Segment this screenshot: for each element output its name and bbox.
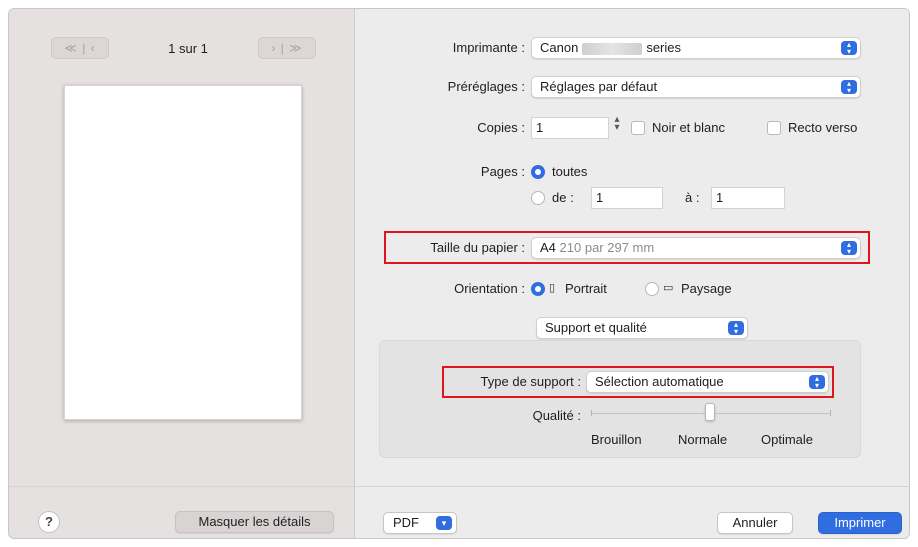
copies-field[interactable]: 1: [531, 117, 609, 139]
section-popup-value: Support et qualité: [545, 320, 647, 335]
redacted-model: [582, 42, 643, 55]
paper-size-label: Taille du papier :: [430, 240, 525, 255]
help-icon[interactable]: ?: [38, 511, 60, 533]
pages-from-field[interactable]: 1: [591, 187, 663, 209]
pages-all-radio[interactable]: [531, 165, 545, 179]
copies-label: Copies :: [477, 120, 525, 135]
pages-range-radio[interactable]: [531, 191, 545, 205]
landscape-label: Paysage: [681, 281, 732, 296]
page-counter: 1 sur 1: [168, 41, 208, 56]
quality-draft-label: Brouillon: [591, 432, 642, 447]
media-type-popup[interactable]: Sélection automatique ▴ ▾: [586, 371, 829, 393]
paper-size-value: A4: [540, 240, 556, 255]
quality-normal-label: Normale: [678, 432, 728, 447]
footer-divider: [355, 486, 909, 487]
portrait-icon: ▯: [549, 282, 556, 294]
pdf-label: PDF: [393, 515, 419, 530]
settings-pane: Imprimante : Canon series ▴ ▾ Préréglages …: [355, 9, 909, 538]
landscape-icon: ▭: [663, 282, 674, 294]
hide-details-button[interactable]: Masquer les détails: [175, 511, 334, 533]
printer-name-prefix: Canon: [540, 40, 579, 55]
stepper-arrows-icon[interactable]: ▴ ▾: [612, 115, 622, 133]
popup-arrows-icon: ▴ ▾: [841, 41, 857, 56]
printer-label: Imprimante :: [452, 40, 525, 55]
first-prev-page-button[interactable]: ≪ | ‹: [51, 37, 109, 59]
print-dialog: ≪ | ‹ 1 sur 1 › | ≫ ? Masquer les détail…: [8, 8, 910, 539]
popup-arrows-icon: ▴ ▾: [809, 375, 825, 390]
media-type-value: Sélection automatique: [595, 374, 724, 389]
portrait-label: Portrait: [565, 281, 607, 296]
footer-divider: [9, 486, 354, 487]
black-white-checkbox[interactable]: [631, 121, 645, 135]
presets-label: Préréglages :: [447, 79, 525, 94]
paper-size-popup[interactable]: A4 210 par 297 mm ▴ ▾: [531, 237, 861, 259]
presets-popup[interactable]: Réglages par défaut ▴ ▾: [531, 76, 861, 98]
slider-tick: [830, 410, 831, 416]
pages-all-label: toutes: [552, 164, 588, 179]
cancel-button[interactable]: Annuler: [717, 512, 793, 534]
chevron-down-icon: ▾: [436, 516, 452, 530]
orientation-label: Orientation :: [454, 281, 525, 296]
popup-arrows-icon: ▴ ▾: [728, 321, 744, 336]
page-preview: [64, 85, 302, 420]
popup-arrows-icon: ▴ ▾: [841, 241, 857, 256]
paper-size-detail: 210 par 297 mm: [559, 240, 655, 255]
duplex-checkbox[interactable]: [767, 121, 781, 135]
next-last-page-button[interactable]: › | ≫: [258, 37, 316, 59]
pages-to-label: à :: [685, 190, 700, 205]
portrait-radio[interactable]: [531, 282, 545, 296]
duplex-label: Recto verso: [788, 120, 858, 135]
presets-value: Réglages par défaut: [540, 79, 658, 94]
quality-best-label: Optimale: [761, 432, 814, 447]
pages-label: Pages :: [480, 164, 525, 179]
media-type-label: Type de support :: [480, 374, 581, 389]
quality-slider[interactable]: [705, 403, 715, 421]
black-white-label: Noir et blanc: [652, 120, 725, 135]
preview-pane: ≪ | ‹ 1 sur 1 › | ≫ ? Masquer les détail…: [9, 9, 355, 538]
pages-from-label: de :: [552, 190, 574, 205]
pages-to-field[interactable]: 1: [711, 187, 785, 209]
pdf-menu-button[interactable]: PDF ▾: [383, 512, 457, 534]
printer-popup[interactable]: Canon series ▴ ▾: [531, 37, 861, 59]
landscape-radio[interactable]: [645, 282, 659, 296]
print-button[interactable]: Imprimer: [818, 512, 902, 534]
slider-tick: [591, 410, 592, 416]
section-popup[interactable]: Support et qualité ▴ ▾: [536, 317, 748, 339]
quality-label: Qualité :: [532, 408, 581, 423]
popup-arrows-icon: ▴ ▾: [841, 80, 857, 95]
printer-name-suffix: series: [646, 40, 681, 55]
